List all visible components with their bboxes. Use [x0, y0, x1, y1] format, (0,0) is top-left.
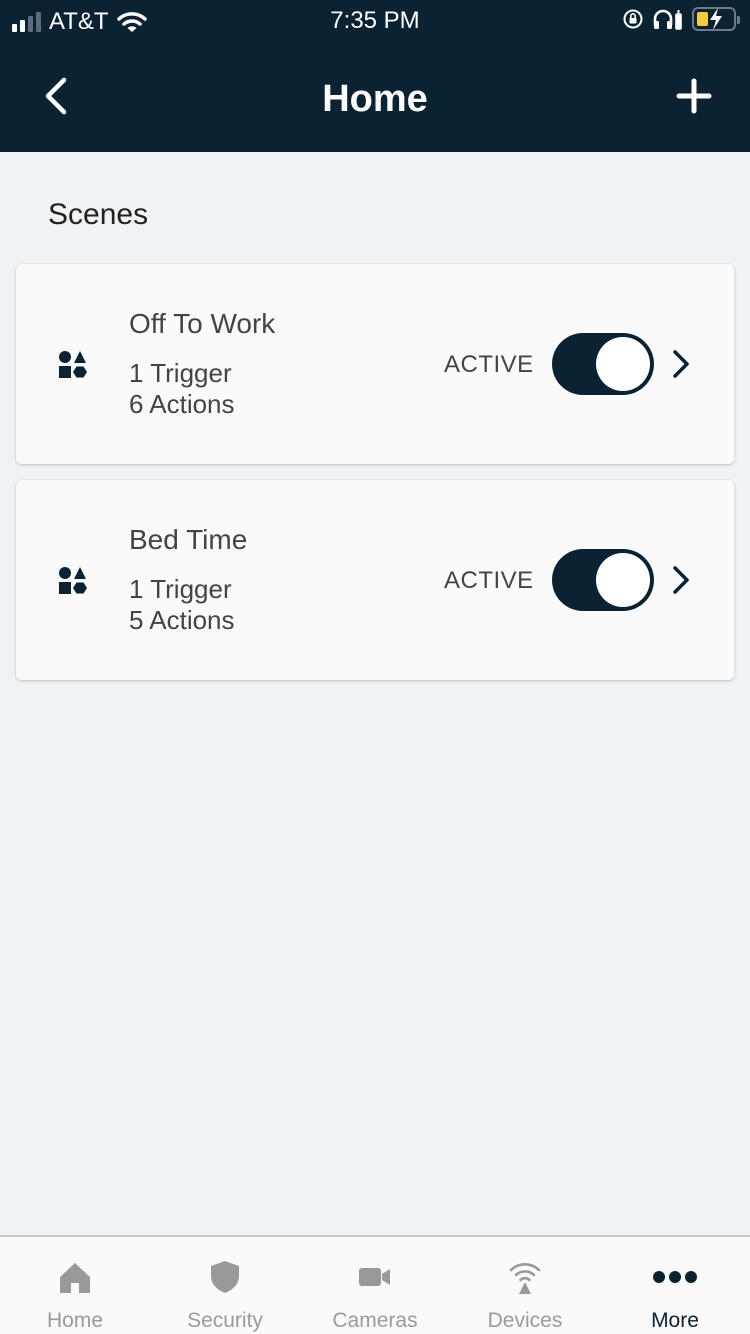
- chevron-right-icon[interactable]: [670, 564, 692, 596]
- orientation-lock-icon: [623, 9, 643, 29]
- tab-label: Cameras: [332, 1309, 418, 1332]
- headphones-icon: [653, 9, 682, 30]
- tab-more[interactable]: More: [600, 1237, 750, 1334]
- top-bar: AT&T 7:35 PM Home: [0, 0, 750, 152]
- shapes-icon: [59, 567, 87, 594]
- section-title: Scenes: [48, 198, 149, 231]
- scene-active-toggle[interactable]: [552, 549, 654, 611]
- scene-trigger-count: 1 Trigger: [129, 358, 232, 388]
- tab-bar: Home Security Cameras Devices More: [0, 1235, 750, 1334]
- toggle-knob: [596, 337, 650, 391]
- scene-active-toggle[interactable]: [552, 333, 654, 395]
- nav-bar: Home: [0, 40, 750, 152]
- scene-status-label: ACTIVE: [444, 567, 534, 594]
- scene-action-count: 5 Actions: [129, 605, 235, 635]
- toggle-knob: [596, 553, 650, 607]
- scene-trigger-count: 1 Trigger: [129, 574, 232, 604]
- chevron-right-icon[interactable]: [670, 348, 692, 380]
- tab-label: Devices: [487, 1309, 563, 1332]
- shapes-icon: [59, 351, 87, 378]
- add-scene-button[interactable]: [674, 76, 714, 116]
- more-dots-icon: [653, 1271, 697, 1283]
- page-title: Home: [322, 78, 428, 120]
- tab-home[interactable]: Home: [0, 1237, 150, 1334]
- tab-label: Security: [187, 1309, 263, 1332]
- scene-name: Bed Time: [129, 524, 248, 555]
- scene-card[interactable]: Off To Work 1 Trigger 6 Actions ACTIVE: [16, 264, 734, 464]
- tab-cameras[interactable]: Cameras: [300, 1237, 450, 1334]
- status-bar: AT&T 7:35 PM: [0, 0, 750, 40]
- scene-card[interactable]: Bed Time 1 Trigger 5 Actions ACTIVE: [16, 480, 734, 680]
- scene-action-count: 6 Actions: [129, 389, 235, 419]
- camera-icon: [359, 1268, 390, 1286]
- home-icon: [60, 1263, 90, 1293]
- tab-security[interactable]: Security: [150, 1237, 300, 1334]
- status-right: [622, 7, 740, 31]
- tab-label: Home: [46, 1309, 104, 1332]
- tab-devices[interactable]: Devices: [450, 1237, 600, 1334]
- scene-status-label: ACTIVE: [444, 351, 534, 378]
- battery-charging-icon: [692, 7, 740, 31]
- plus-icon: [676, 78, 712, 114]
- wireless-icon: [509, 1263, 541, 1294]
- tab-label: More: [651, 1309, 699, 1332]
- shield-icon: [211, 1261, 239, 1293]
- scene-name: Off To Work: [129, 308, 276, 339]
